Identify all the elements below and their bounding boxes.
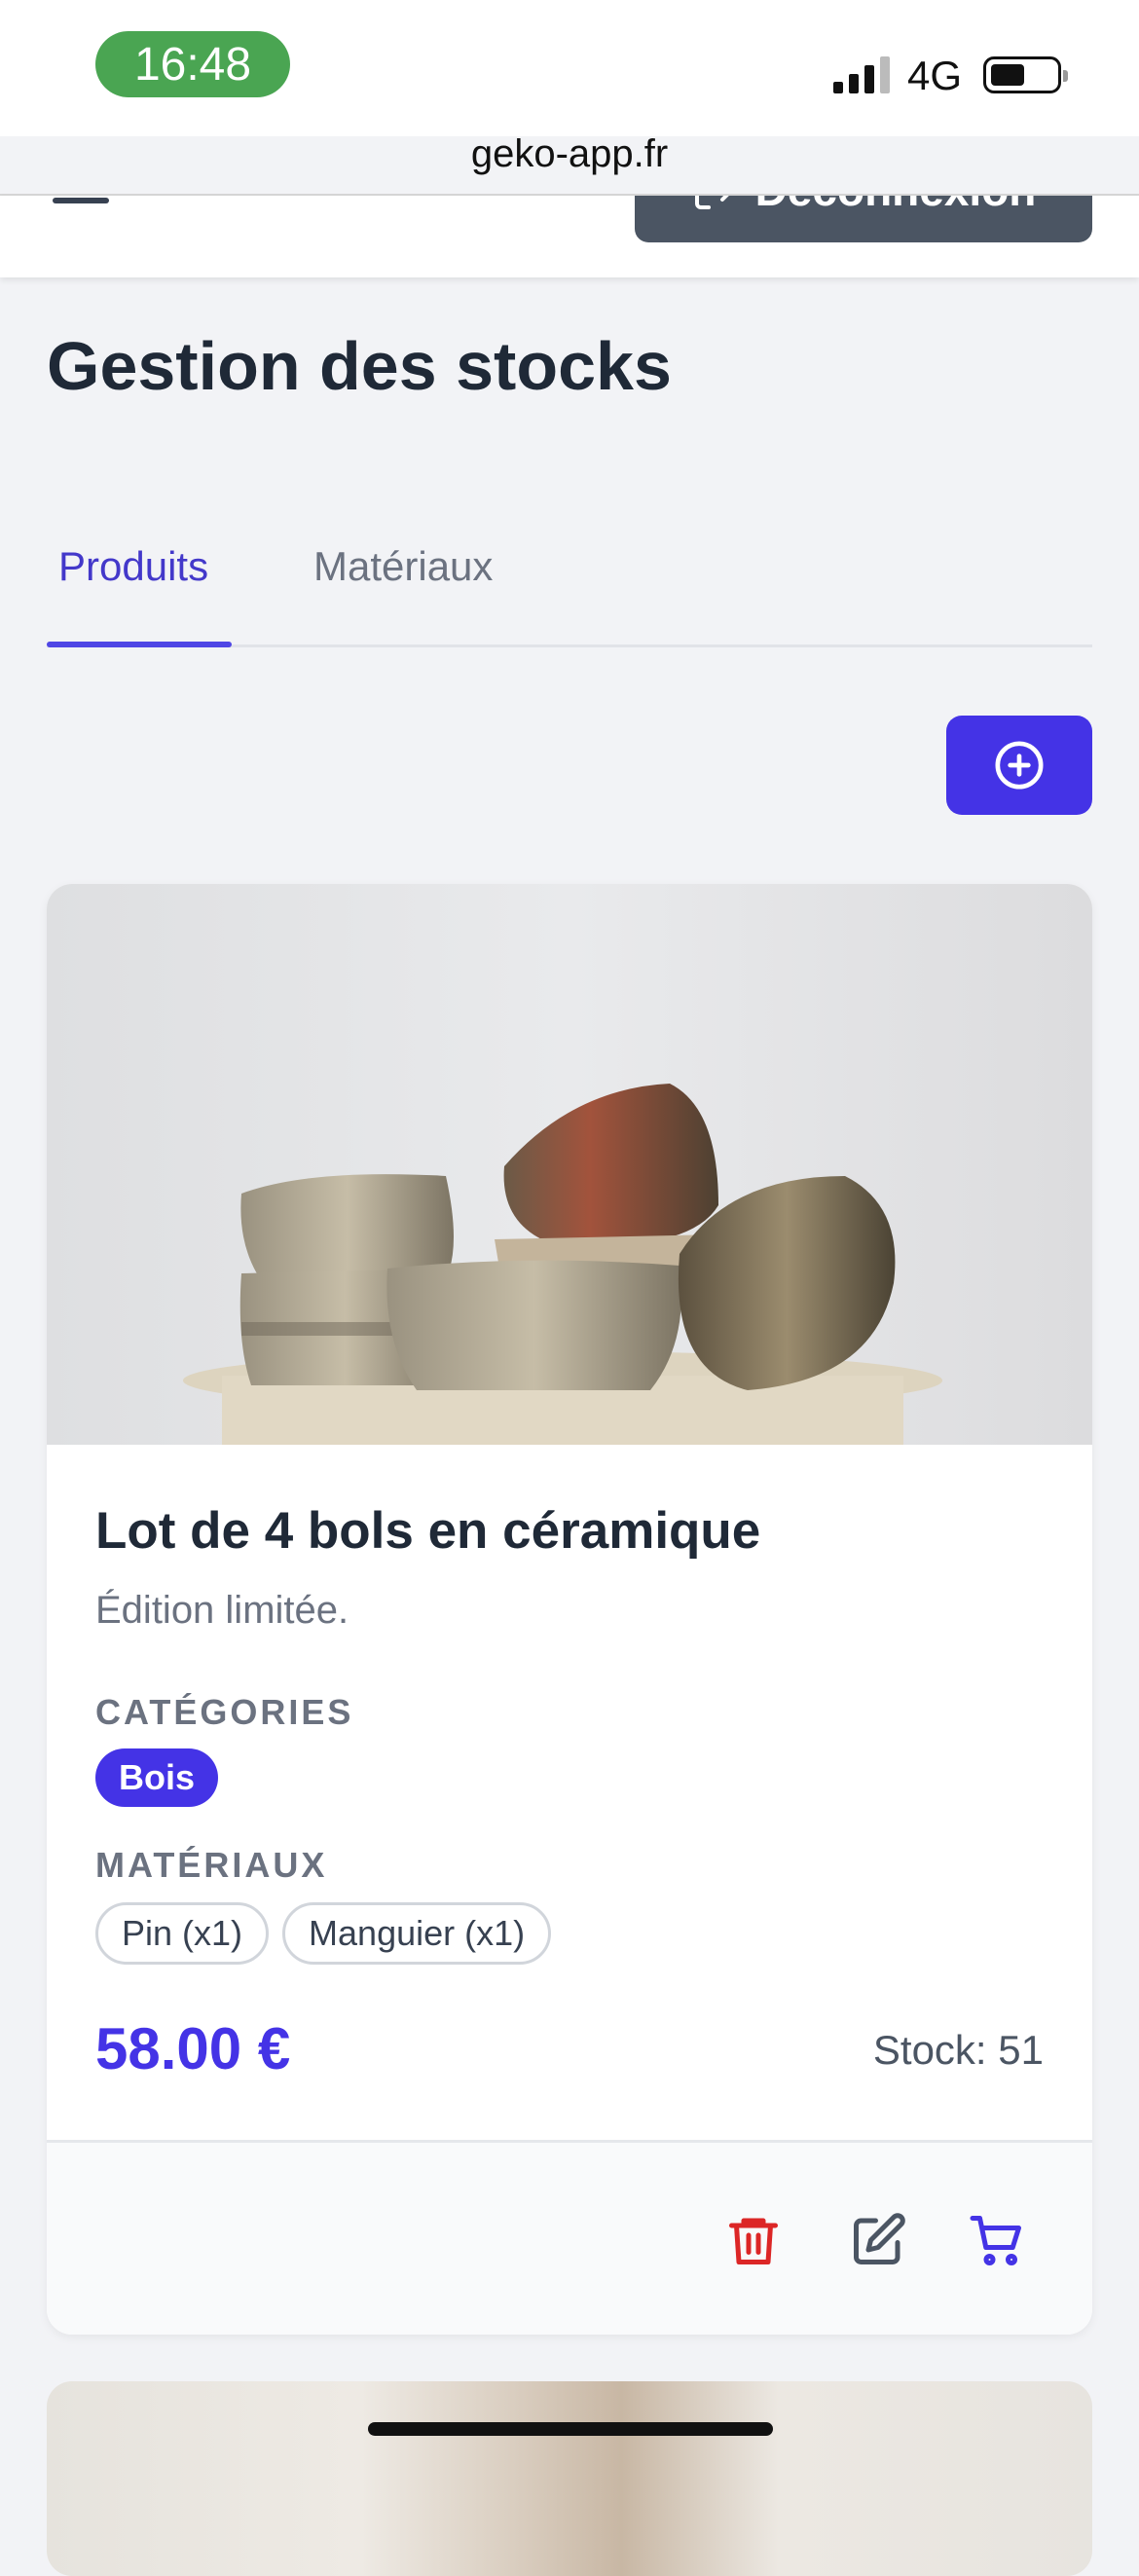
cellular-signal-icon <box>833 56 890 93</box>
tab-produits[interactable]: Produits <box>58 543 208 590</box>
page-title: Gestion des stocks <box>47 328 672 404</box>
product-card: Lot de 4 bols en céramique Édition limit… <box>47 884 1092 2335</box>
add-product-button[interactable] <box>946 716 1092 815</box>
top-navbar: Déconnexion <box>0 196 1139 277</box>
material-chip: Manguier (x1) <box>282 1902 552 1965</box>
cart-icon[interactable] <box>968 2211 1026 2269</box>
card-actions <box>47 2140 1092 2335</box>
url-bar[interactable]: geko-app.fr <box>0 132 1139 176</box>
product-image <box>47 884 1092 1445</box>
status-bar: 16:48 4G geko-app.fr <box>0 0 1139 175</box>
menu-icon[interactable] <box>53 198 109 203</box>
next-product-card <box>47 2381 1092 2576</box>
logout-icon <box>694 196 729 209</box>
battery-icon <box>983 56 1068 93</box>
tab-bar: Produits Matériaux <box>47 526 1092 647</box>
product-name: Lot de 4 bols en céramique <box>95 1502 761 1560</box>
network-type: 4G <box>907 53 963 98</box>
product-stock: Stock: 51 <box>872 2027 1044 2073</box>
logout-button[interactable]: Déconnexion <box>635 196 1092 242</box>
materials-label: MATÉRIAUX <box>95 1845 328 1885</box>
home-indicator <box>368 2422 773 2436</box>
tab-materiaux[interactable]: Matériaux <box>313 543 493 590</box>
delete-icon[interactable] <box>724 2211 783 2269</box>
categories-label: CATÉGORIES <box>95 1692 354 1732</box>
product-price: 58.00 € <box>95 2016 291 2081</box>
edit-icon[interactable] <box>849 2211 907 2269</box>
material-chip: Pin (x1) <box>95 1902 270 1965</box>
plus-circle-icon <box>995 741 1044 790</box>
status-time: 16:48 <box>95 31 290 97</box>
category-badge: Bois <box>95 1748 219 1807</box>
materials-list: Pin (x1) Manguier (x1) <box>95 1902 552 1965</box>
active-tab-indicator <box>47 642 232 647</box>
product-description: Édition limitée. <box>95 1589 349 1632</box>
logout-label: Déconnexion <box>755 196 1037 216</box>
